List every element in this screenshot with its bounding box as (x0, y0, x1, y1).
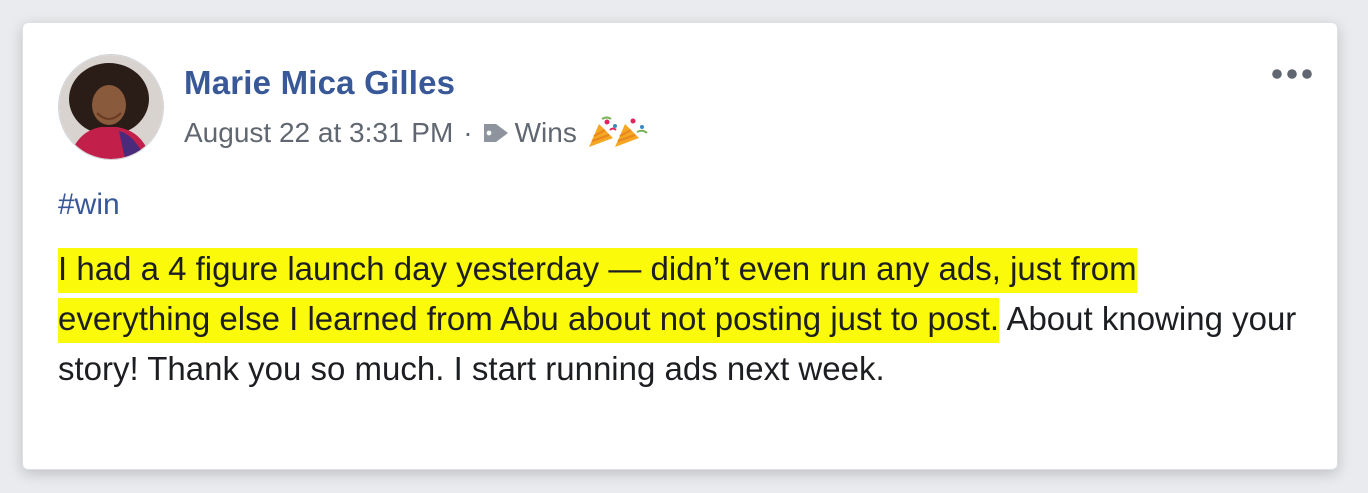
highlighted-text: I had a 4 figure launch day yesterday — … (58, 248, 1137, 343)
more-options-button[interactable] (1268, 62, 1316, 86)
post-body: I had a 4 figure launch day yesterday — … (58, 244, 1298, 394)
tag-icon (481, 121, 511, 145)
party-popper-icon (585, 116, 651, 150)
post-timestamp[interactable]: August 22 at 3:31 PM (184, 117, 453, 149)
avatar[interactable] (58, 54, 164, 160)
meta-separator: · (463, 117, 473, 148)
post-topic[interactable]: Wins (515, 117, 577, 149)
post-meta: August 22 at 3:31 PM · Wins (184, 116, 651, 150)
hashtag-link[interactable]: #win (58, 188, 120, 222)
more-icon (1272, 69, 1312, 79)
author-name[interactable]: Marie Mica Gilles (184, 64, 455, 102)
